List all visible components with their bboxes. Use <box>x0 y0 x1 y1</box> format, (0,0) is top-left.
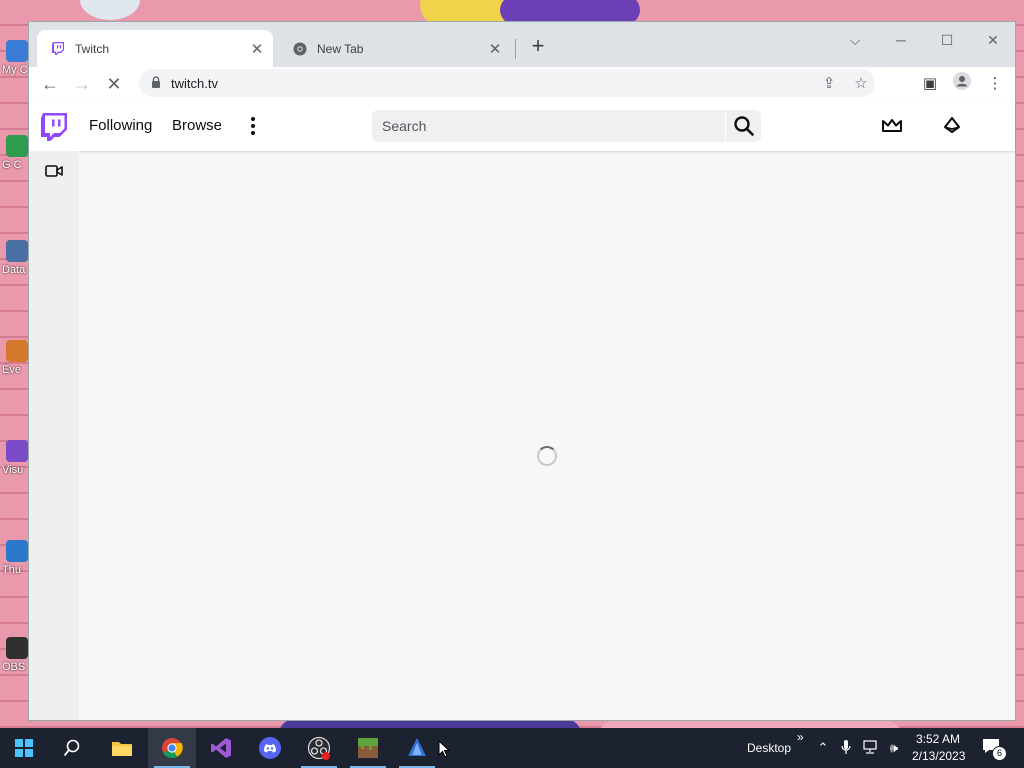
tab-twitch[interactable]: Twitch ✕ <box>37 30 273 67</box>
address-bar[interactable]: twitch.tv ⇪ ☆ <box>139 69 875 97</box>
notification-count-badge: 6 <box>992 746 1007 761</box>
shortcut-label: Data <box>2 264 26 276</box>
desktop-shortcut[interactable]: G C <box>2 135 28 171</box>
tab-title: Twitch <box>75 41 110 56</box>
crown-prime-icon[interactable] <box>881 116 903 136</box>
close-tab-icon[interactable]: ✕ <box>247 40 267 58</box>
windows-taskbar: Desktop » ⌃ 🕪 3:52 AM 2/13/2023 6 <box>0 728 1024 768</box>
shortcut-icon <box>6 135 28 157</box>
search-box <box>372 110 725 142</box>
lock-icon <box>152 76 160 88</box>
close-tab-icon[interactable]: ✕ <box>485 40 505 58</box>
close-window-button[interactable]: ✕ <box>977 26 1009 54</box>
app-taskbar-icon[interactable] <box>393 728 441 768</box>
desktop-shortcut[interactable]: OBS <box>2 637 28 673</box>
windows-logo-icon <box>15 739 33 757</box>
show-hidden-icons-chevron-icon[interactable]: ⌃ <box>815 740 831 756</box>
search-icon <box>733 116 754 136</box>
browser-toolbar: ← → ✕ twitch.tv ⇪ ☆ ▣ ⋮ <box>29 67 1015 102</box>
video-camera-icon[interactable] <box>45 164 63 178</box>
desktop-shortcut[interactable]: Data <box>2 240 28 276</box>
tab-new-tab[interactable]: New Tab ✕ <box>279 30 511 67</box>
new-tab-button[interactable]: + <box>526 34 550 58</box>
visual-studio-taskbar-icon[interactable] <box>197 728 245 768</box>
url-text: twitch.tv <box>171 76 218 91</box>
obs-taskbar-icon[interactable] <box>295 728 343 768</box>
chrome-taskbar-icon[interactable] <box>148 728 196 768</box>
volume-icon[interactable]: 🕪 <box>886 740 902 756</box>
twitch-logo-icon[interactable] <box>41 113 67 141</box>
desktop-toolbar-label[interactable]: Desktop <box>747 741 791 755</box>
browser-window: Twitch ✕ New Tab ✕ + ⌵ ─ ☐ ✕ ← → ✕ twitc… <box>28 21 1016 721</box>
shortcut-label: Visu <box>2 464 24 476</box>
discord-taskbar-icon[interactable] <box>246 728 294 768</box>
toolbar-expand-chevron-icon[interactable]: » <box>797 730 804 744</box>
bookmark-star-icon[interactable]: ☆ <box>851 74 871 94</box>
mouse-cursor-icon <box>438 740 450 758</box>
shortcut-label: Eve <box>2 364 21 376</box>
file-explorer-taskbar-icon[interactable] <box>98 728 146 768</box>
shortcut-label: G C <box>2 159 22 171</box>
forward-arrow-icon[interactable]: → <box>69 71 95 97</box>
nav-following-link[interactable]: Following <box>89 117 152 134</box>
minecraft-taskbar-icon[interactable] <box>344 728 392 768</box>
back-arrow-icon[interactable]: ← <box>37 71 63 97</box>
minimize-button[interactable]: ─ <box>885 26 917 54</box>
twitch-favicon-icon <box>51 42 65 56</box>
profile-avatar-icon[interactable] <box>950 72 974 96</box>
chrome-menu-icon[interactable]: ⋮ <box>983 72 1007 96</box>
tab-search-chevron-icon[interactable]: ⌵ <box>839 26 871 54</box>
shortcut-label: My C <box>2 64 28 76</box>
tab-strip: Twitch ✕ New Tab ✕ + ⌵ ─ ☐ ✕ <box>29 22 1015 67</box>
clock-date[interactable]: 2/13/2023 <box>912 749 965 763</box>
taskbar-search-button[interactable] <box>48 728 96 768</box>
loading-spinner <box>537 446 557 466</box>
chrome-favicon-icon <box>293 42 307 56</box>
desktop-shortcut[interactable]: Thu <box>2 540 28 576</box>
shortcut-icon <box>6 40 28 62</box>
shortcut-icon <box>6 340 28 362</box>
clock-time[interactable]: 3:52 AM <box>916 732 960 746</box>
twitch-sidebar <box>29 151 79 720</box>
desktop-shortcut[interactable]: Visu <box>2 440 28 476</box>
desktop-shortcut[interactable]: My C <box>2 40 28 76</box>
tab-divider <box>515 39 516 59</box>
network-icon[interactable] <box>862 740 878 757</box>
search-icon <box>63 739 80 757</box>
bits-gem-icon[interactable] <box>941 116 963 136</box>
microphone-icon[interactable] <box>838 740 854 758</box>
shortcut-icon <box>6 540 28 562</box>
shortcut-icon <box>6 240 28 262</box>
shortcut-label: OBS <box>2 661 26 673</box>
twitch-top-nav: Following Browse <box>29 101 1015 151</box>
more-options-icon[interactable] <box>245 115 261 137</box>
wallpaper-shape <box>80 0 140 20</box>
shortcut-label: Thu <box>2 564 21 576</box>
search-button[interactable] <box>726 110 761 142</box>
nav-browse-link[interactable]: Browse <box>172 117 222 134</box>
desktop-shortcut[interactable]: Eve <box>2 340 28 376</box>
action-center-button[interactable]: 6 <box>982 738 1007 761</box>
shortcut-icon <box>6 637 28 659</box>
twitch-page: Following Browse <box>29 101 1015 720</box>
search-input[interactable] <box>372 110 725 142</box>
maximize-button[interactable]: ☐ <box>931 26 963 54</box>
start-button[interactable] <box>0 728 48 768</box>
share-icon[interactable]: ⇪ <box>819 74 839 94</box>
tab-title: New Tab <box>317 41 364 56</box>
side-panel-icon[interactable]: ▣ <box>918 72 942 96</box>
stop-loading-icon[interactable]: ✕ <box>101 71 127 97</box>
shortcut-icon <box>6 440 28 462</box>
